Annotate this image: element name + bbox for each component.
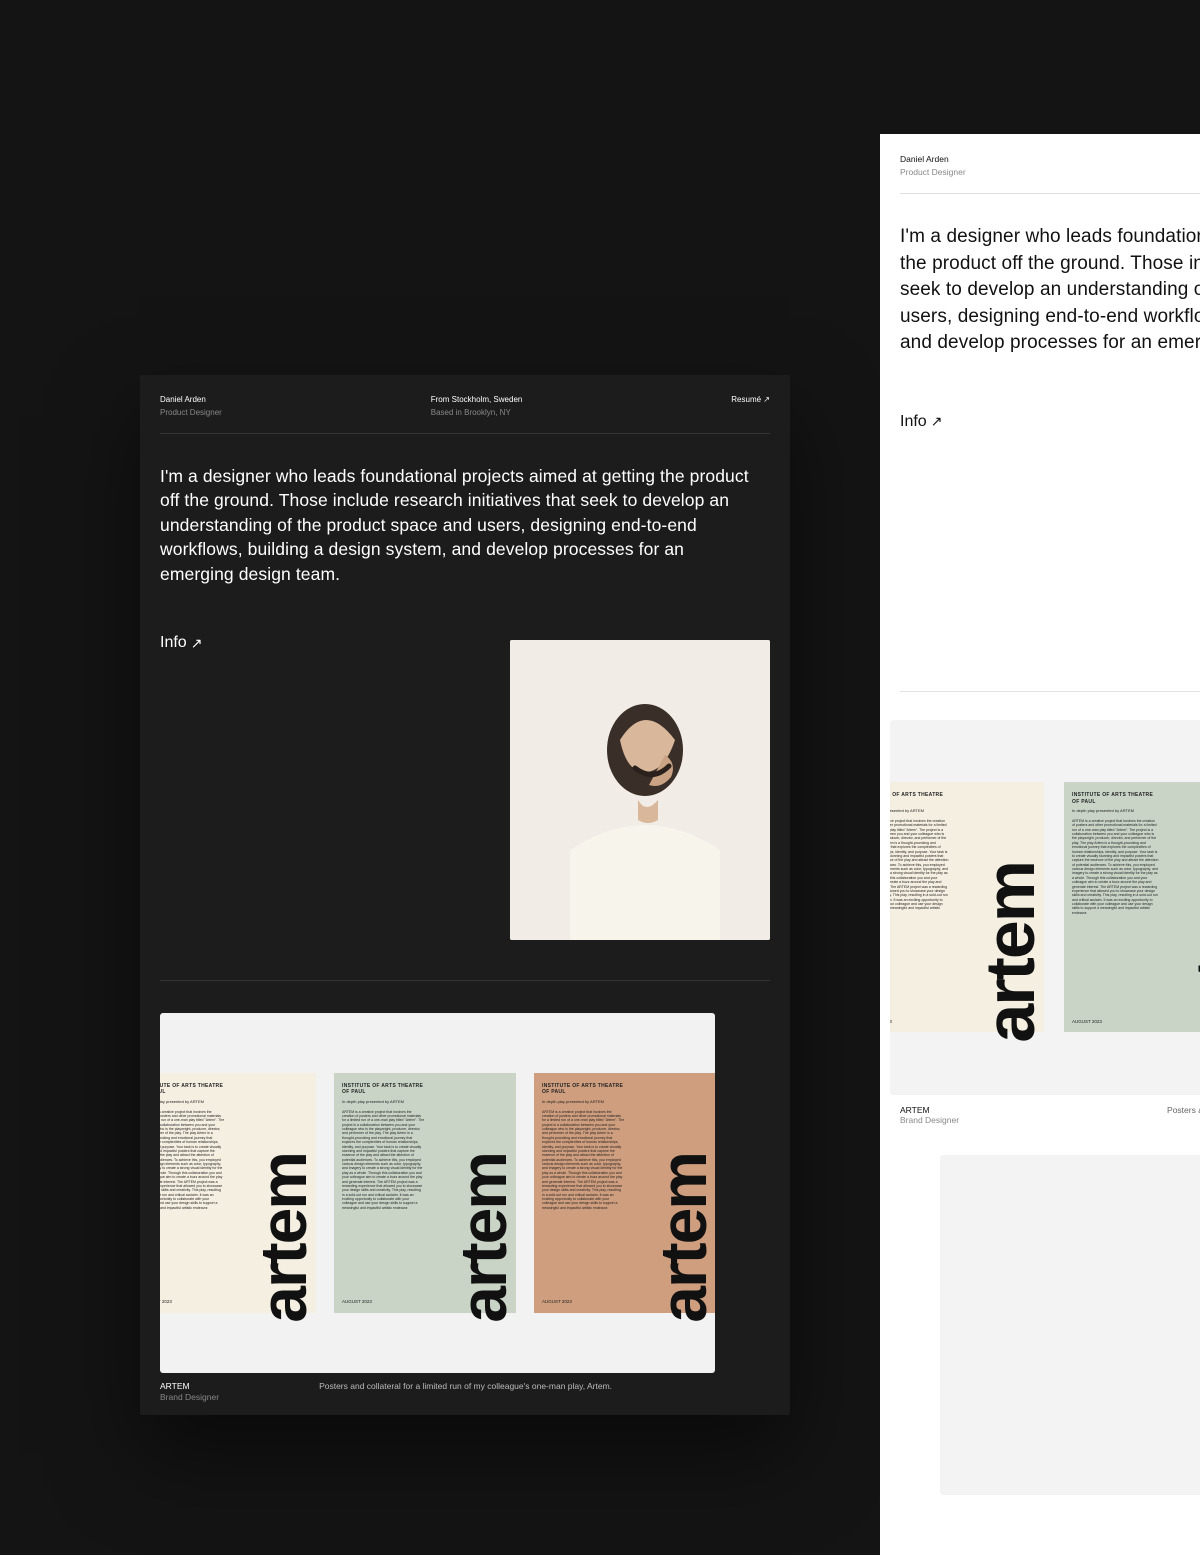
- header-row: Daniel Arden Product Designer From Stock…: [160, 395, 770, 434]
- arrow-up-right-icon: ↗: [931, 413, 943, 430]
- project-role: Brand Designer: [900, 1115, 959, 1125]
- poster-subheading: In depth play presented by ARTEM: [160, 1099, 224, 1104]
- portfolio-light-panel: Daniel Arden Product Designer From Stock…: [880, 134, 1200, 1555]
- info-link-light[interactable]: Info ↗: [900, 413, 942, 431]
- portfolio-dark-panel: Daniel Arden Product Designer From Stock…: [140, 375, 790, 1415]
- intro-paragraph-light: I'm a designer who leads foundational pr…: [900, 224, 1200, 357]
- project-card-artem-light[interactable]: INSTITUTE OF ARTS THEATRE OF PAUL In dep…: [890, 720, 1200, 1095]
- designer-name: Daniel Arden: [160, 395, 222, 406]
- project-role: Brand Designer: [160, 1392, 219, 1403]
- section-divider: [160, 980, 770, 981]
- info-label: Info: [160, 634, 187, 652]
- designer-role: Product Designer: [900, 167, 966, 178]
- header-row-light: Daniel Arden Product Designer From Stock…: [900, 154, 1200, 194]
- profile-photo: [510, 640, 770, 940]
- poster-heading: INSTITUTE OF ARTS THEATRE OF PAUL: [160, 1083, 224, 1096]
- location-based: Based in Brooklyn, NY: [431, 408, 523, 419]
- poster-date: AUGUST 2023: [160, 1299, 172, 1305]
- arrow-up-right-icon: ↗: [191, 635, 203, 652]
- poster-sage: INSTITUTE OF ARTS THEATRE OF PAUL In dep…: [1064, 782, 1200, 1032]
- designer-name: Daniel Arden: [900, 154, 966, 165]
- info-label: Info: [900, 413, 927, 431]
- section-divider-light: [900, 691, 1200, 692]
- poster-clay: INSTITUTE OF ARTS THEATRE OF PAUL In dep…: [534, 1073, 715, 1313]
- project-title: ARTEM: [900, 1105, 959, 1115]
- intro-paragraph: I'm a designer who leads foundational pr…: [160, 464, 760, 587]
- header-resume-block[interactable]: Resumé ↗: [731, 395, 770, 419]
- header-name-block: Daniel Arden Product Designer: [160, 395, 222, 419]
- poster-sage: INSTITUTE OF ARTS THEATRE OF PAUL In dep…: [334, 1073, 516, 1313]
- poster-body: ARTEM is a creative project that involve…: [160, 1110, 224, 1211]
- project-card-artem[interactable]: INSTITUTE OF ARTS THEATRE OF PAUL In dep…: [160, 1013, 715, 1373]
- poster-cream: INSTITUTE OF ARTS THEATRE OF PAUL In dep…: [890, 782, 1044, 1032]
- project-caption-light: ARTEM Brand Designer Posters and collate…: [900, 1105, 1200, 1125]
- info-link[interactable]: Info ↗: [160, 634, 202, 652]
- poster-cream: INSTITUTE OF ARTS THEATRE OF PAUL In dep…: [160, 1073, 316, 1313]
- designer-role: Product Designer: [160, 408, 222, 419]
- project-caption: ARTEM Brand Designer Posters and collate…: [160, 1381, 612, 1404]
- header-name-block: Daniel Arden Product Designer: [900, 154, 966, 179]
- project-title: ARTEM: [160, 1381, 219, 1392]
- poster-word: artem: [257, 1153, 310, 1323]
- project-desc: Posters and collateral for a limited run…: [1167, 1105, 1200, 1125]
- project-card-second[interactable]: MASTER ◐: [940, 1155, 1200, 1495]
- header-location-block: From Stockholm, Sweden Based in Brooklyn…: [431, 395, 523, 419]
- resume-link[interactable]: Resumé ↗: [731, 395, 770, 406]
- project-desc: Posters and collateral for a limited run…: [319, 1381, 612, 1404]
- location-from: From Stockholm, Sweden: [431, 395, 523, 406]
